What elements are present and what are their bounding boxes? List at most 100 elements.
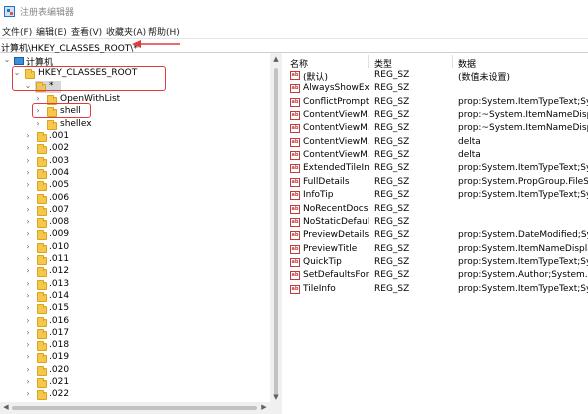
tree-item-extension[interactable]: › .020 [0, 365, 270, 377]
value-row[interactable]: ab AlwaysShowExt REG_SZ [286, 82, 588, 95]
title-bar: 注册表编辑器 [0, 0, 588, 22]
chevron-right-icon[interactable]: › [24, 266, 32, 276]
chevron-right-icon[interactable]: › [24, 156, 32, 166]
folder-icon [37, 341, 47, 352]
menu-view[interactable]: 查看(V) [71, 25, 102, 38]
chevron-right-icon[interactable]: › [24, 377, 32, 387]
string-value-icon: ab [290, 97, 300, 107]
menu-file[interactable]: 文件(F) [2, 25, 32, 38]
value-row[interactable]: abContentViewM... REG_SZ prop:~System.Item… [286, 122, 588, 135]
tree-item-extension[interactable]: › .019 [0, 352, 270, 364]
scroll-right-icon[interactable]: ▶ [259, 403, 269, 411]
chevron-right-icon[interactable]: › [24, 205, 32, 215]
column-divider[interactable] [368, 55, 369, 68]
chevron-right-icon[interactable]: › [24, 389, 32, 399]
chevron-right-icon[interactable]: › [24, 291, 32, 301]
chevron-right-icon[interactable]: › [24, 180, 32, 190]
value-row[interactable]: abExtendedTileIn... REG_SZ prop:System.Ite… [286, 162, 588, 175]
tree-item-extension[interactable]: › .002 [0, 143, 270, 155]
chevron-right-icon[interactable]: › [24, 254, 32, 264]
values-pane[interactable]: 名称 类型 数据 ab (默认) REG_SZ (数值未设置) ab AlwaysShow… [286, 53, 588, 414]
key-tree-pane[interactable]: ⌄ 计算机 ⌄ HKEY_CLASSES_ROOT ⌄ * › OpenWith… [0, 53, 282, 414]
chevron-down-icon[interactable]: ⌄ [3, 55, 11, 65]
tree-item-extension[interactable]: › .022 [0, 389, 270, 401]
value-row[interactable]: abNoStaticDefaul... REG_SZ [286, 216, 588, 229]
menu-help[interactable]: 帮助(H) [148, 25, 180, 38]
tree-label: .021 [49, 377, 70, 387]
red-arrow-annotation [132, 40, 180, 48]
tree-item-extension[interactable]: › .021 [0, 377, 270, 389]
chevron-right-icon[interactable]: › [34, 119, 42, 129]
value-type: REG_SZ [374, 150, 410, 161]
value-row[interactable]: abContentViewM... REG_SZ delta [286, 149, 588, 162]
chevron-right-icon[interactable]: › [24, 168, 32, 178]
value-row[interactable]: ab PreviewDetails REG_SZ prop:System.DateMo… [286, 229, 588, 242]
chevron-right-icon[interactable]: › [24, 217, 32, 227]
folder-icon [37, 168, 47, 179]
value-row[interactable]: ab QuickTip REG_SZ prop:System.ItemTypeText… [286, 256, 588, 269]
tree-label: .019 [49, 352, 70, 363]
tree-item-extension[interactable]: › .012 [0, 266, 270, 278]
tree-item-extension[interactable]: › .003 [0, 156, 270, 168]
value-type: REG_SZ [374, 176, 410, 187]
chevron-right-icon[interactable]: › [24, 340, 32, 350]
menu-bar: 文件(F) 编辑(E) 查看(V) 收藏夹(A) 帮助(H) [0, 24, 588, 38]
chevron-right-icon[interactable]: › [24, 193, 32, 203]
value-type: REG_SZ [374, 216, 410, 227]
chevron-right-icon[interactable]: › [24, 303, 32, 313]
value-row[interactable]: ab NoRecentDocs REG_SZ [286, 203, 588, 216]
address-bar[interactable]: 计算机\HKEY_CLASSES_ROOT\* [0, 38, 588, 54]
folder-icon [37, 218, 47, 229]
tree-item-extension[interactable]: › .015 [0, 303, 270, 315]
value-row[interactable]: abContentViewM... REG_SZ delta [286, 136, 588, 149]
menu-edit[interactable]: 编辑(E) [36, 25, 67, 38]
column-divider[interactable] [452, 55, 453, 68]
scroll-up-icon[interactable]: ▲ [271, 55, 281, 63]
tree-hscroll-thumb[interactable] [12, 406, 257, 410]
chevron-right-icon[interactable]: › [24, 143, 32, 153]
tree-item-extension[interactable]: › .013 [0, 279, 270, 291]
value-data: prop:System.ItemNameDisplay;Sy [458, 243, 588, 254]
chevron-right-icon[interactable]: › [24, 131, 32, 141]
folder-icon [37, 144, 47, 155]
chevron-right-icon[interactable]: › [24, 229, 32, 239]
chevron-right-icon[interactable]: › [24, 328, 32, 338]
value-row[interactable]: ab InfoTip REG_SZ prop:System.ItemTypeText;… [286, 189, 588, 202]
chevron-right-icon[interactable]: › [24, 316, 32, 326]
value-type: REG_SZ [374, 283, 410, 294]
value-row[interactable]: abContentViewM... REG_SZ prop:~System.Item… [286, 109, 588, 122]
string-value-icon: ab [290, 271, 300, 281]
value-row[interactable]: ab FullDetails REG_SZ prop:System.PropGroup… [286, 176, 588, 189]
chevron-right-icon[interactable]: › [24, 352, 32, 362]
value-type: REG_SZ [374, 203, 410, 214]
tree-item-extension[interactable]: › .009 [0, 229, 270, 241]
tree-vscroll-thumb[interactable] [274, 68, 278, 398]
tree-item-extension[interactable]: › .011 [0, 254, 270, 266]
tree-item-extension[interactable]: › .001 [0, 131, 270, 143]
tree-item-extension[interactable]: › .018 [0, 340, 270, 352]
folder-icon [37, 132, 47, 142]
tree-item-extension[interactable]: › .010 [0, 242, 270, 254]
tree-item-extension[interactable]: › .004 [0, 168, 270, 180]
tree-item-extension[interactable]: › .005 [0, 180, 270, 192]
value-row[interactable]: ab PreviewTitle REG_SZ prop:System.ItemName… [286, 243, 588, 256]
tree-item-shellex[interactable]: › shellex [0, 119, 270, 131]
scroll-left-icon[interactable]: ◀ [1, 403, 11, 411]
tree-item-extension[interactable]: › .014 [0, 291, 270, 303]
chevron-right-icon[interactable]: › [24, 365, 32, 375]
tree-item-extension[interactable]: › .017 [0, 328, 270, 340]
folder-icon [37, 279, 47, 290]
value-row[interactable]: ab SetDefaultsFor REG_SZ prop:System.Author… [286, 269, 588, 282]
tree-item-extension[interactable]: › .008 [0, 217, 270, 229]
chevron-right-icon[interactable]: › [24, 242, 32, 252]
tree-item-extension[interactable]: › .007 [0, 205, 270, 217]
value-row[interactable]: ab (默认) REG_SZ (数值未设置) [286, 69, 588, 83]
value-name: TileInfo [303, 283, 336, 294]
scroll-down-icon[interactable]: ▼ [271, 393, 281, 401]
menu-favorites[interactable]: 收藏夹(A) [106, 25, 146, 38]
tree-item-extension[interactable]: › .006 [0, 193, 270, 205]
chevron-right-icon[interactable]: › [24, 279, 32, 289]
value-row[interactable]: ab ConflictPrompt REG_SZ prop:System.ItemTy… [286, 96, 588, 109]
value-row[interactable]: ab TileInfo REG_SZ prop:System.ItemTypeText… [286, 283, 588, 296]
tree-item-extension[interactable]: › .016 [0, 316, 270, 328]
